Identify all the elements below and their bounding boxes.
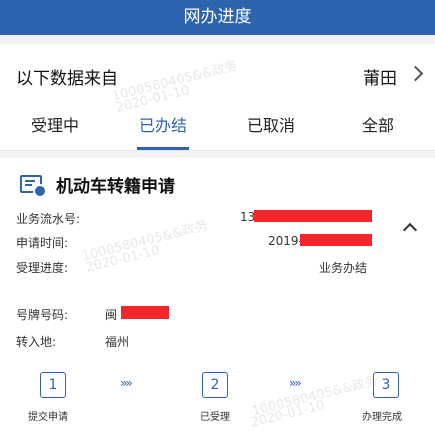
data-source-label: 以下数据来自 — [16, 69, 118, 89]
page-header: 网办进度 — [0, 0, 435, 35]
apply-time-value: 2019- — [268, 234, 303, 248]
apply-time-redaction — [300, 234, 372, 246]
step-1-label: 提交申请 — [28, 412, 68, 423]
step-2-box: 2 — [202, 372, 228, 398]
step-arrow-1: »» — [120, 376, 133, 390]
tab-completed[interactable]: 已办结 — [123, 106, 203, 150]
status-tabs: 受理中 已办结 已取消 全部 — [0, 106, 435, 151]
plate-label: 号牌号码: — [16, 308, 69, 322]
application-form-icon — [20, 175, 47, 198]
page-title: 网办进度 — [183, 7, 252, 27]
step-arrow-2: »» — [289, 376, 302, 390]
tab-cancelled[interactable]: 已取消 — [231, 106, 311, 150]
data-source-city: 莆田 — [363, 69, 397, 89]
step-3-label: 办理完成 — [362, 412, 402, 423]
serial-value: 13 — [240, 210, 256, 224]
chevron-up-icon[interactable] — [402, 222, 418, 238]
serial-redaction — [254, 210, 372, 222]
application-card[interactable]: 机动车转籍申请 业务流水号: 13 申请时间: 2019- 受理进度: 业务办结… — [0, 158, 435, 436]
application-title: 机动车转籍申请 — [56, 177, 175, 197]
data-source-row[interactable]: 以下数据来自 莆田 — [0, 44, 435, 106]
chevron-right-icon — [407, 65, 424, 82]
transfer-label: 转入地: — [16, 335, 57, 349]
progress-value: 业务办结 — [319, 261, 368, 275]
serial-label: 业务流水号: — [16, 212, 81, 226]
apply-time-label: 申请时间: — [16, 236, 69, 250]
plate-value: 闽 — [105, 308, 118, 322]
tab-processing[interactable]: 受理中 — [15, 106, 95, 150]
progress-label: 受理进度: — [16, 261, 69, 275]
tab-all[interactable]: 全部 — [338, 106, 418, 150]
active-tab-indicator — [137, 147, 189, 150]
plate-redaction — [121, 306, 169, 319]
step-1-box: 1 — [40, 372, 66, 398]
transfer-value: 福州 — [105, 335, 130, 349]
step-2-label: 已受理 — [200, 412, 230, 423]
step-3-box: 3 — [373, 372, 399, 398]
